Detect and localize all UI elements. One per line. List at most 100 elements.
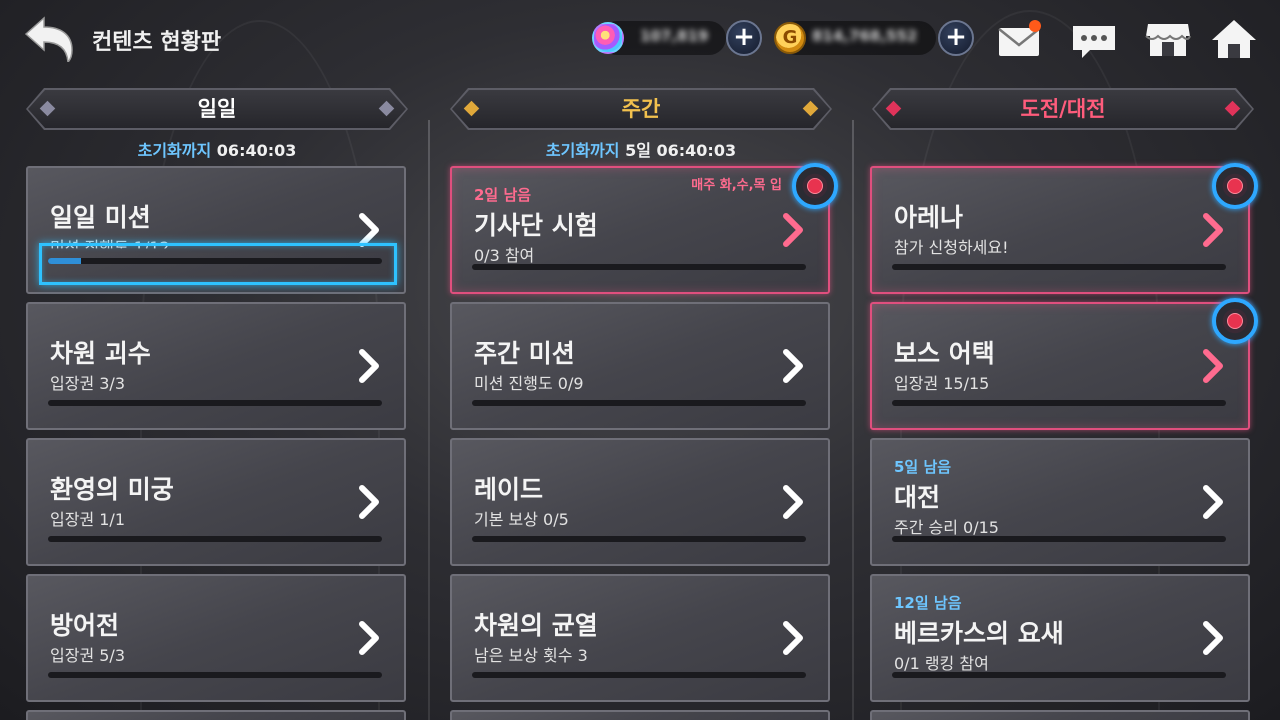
- card-subtitle: 0/3 참여: [474, 246, 535, 265]
- dimension-monster-card[interactable]: 차원 괴수 입장권 3/3: [26, 302, 406, 430]
- back-arrow-icon: [24, 16, 73, 64]
- card-subtitle: 남은 보상 횟수 3: [474, 646, 588, 665]
- weekly-reset-timer: 초기화까지 5일 06:40:03: [450, 137, 832, 160]
- back-button[interactable]: [22, 16, 78, 64]
- raid-card[interactable]: 레이드 기본 보상 0/5: [450, 438, 830, 566]
- chevron-right-icon: [359, 485, 379, 519]
- chevron-right-icon: [783, 349, 803, 383]
- list-item-partial[interactable]: [870, 710, 1250, 720]
- card-subtitle: 입장권 5/3: [50, 646, 125, 665]
- gem-amount: 107,819: [640, 27, 709, 45]
- daily-header-label: 일일: [28, 90, 406, 128]
- progress-bar: [472, 400, 806, 406]
- alert-dot: [807, 178, 823, 194]
- mail-button[interactable]: [996, 18, 1042, 60]
- progress-bar: [472, 536, 806, 542]
- schedule-note: 매주 화,수,목 입: [691, 178, 782, 193]
- chevron-right-icon: [359, 349, 379, 383]
- challenge-column: 도전/대전: [872, 88, 1254, 130]
- chevron-right-icon: [783, 485, 803, 519]
- weekly-column: 주간 초기화까지 5일 06:40:03: [450, 88, 832, 160]
- progress-bar: [892, 400, 1226, 406]
- card-title: 일일 미션: [50, 203, 151, 232]
- chevron-right-icon: [783, 621, 803, 655]
- weekly-mission-card[interactable]: 주간 미션 미션 진행도 0/9: [450, 302, 830, 430]
- reset-label: 초기화까지: [137, 141, 212, 160]
- progress-fill: [48, 258, 82, 264]
- list-item-partial[interactable]: [450, 710, 830, 720]
- shop-icon: [1145, 24, 1191, 56]
- berkas-fortress-card[interactable]: 12일 남음 베르카스의 요새 0/1 랭킹 참여: [870, 574, 1250, 702]
- chevron-right-icon: [1203, 621, 1223, 655]
- add-gold-button[interactable]: +: [938, 20, 974, 56]
- daily-column: 일일 초기화까지 06:40:03: [26, 88, 408, 160]
- card-title: 대전: [894, 483, 941, 512]
- gem-icon: [592, 22, 624, 54]
- chevron-right-icon: [783, 213, 803, 247]
- alert-dot: [1227, 313, 1243, 329]
- card-title: 아레나: [894, 203, 964, 232]
- page-title: 컨텐츠 현황판: [92, 30, 222, 55]
- illusion-labyrinth-card[interactable]: 환영의 미궁 입장권 1/1: [26, 438, 406, 566]
- card-title: 주간 미션: [474, 339, 575, 368]
- gold-amount: 814,768,552: [812, 27, 918, 45]
- progress-bar: [472, 672, 806, 678]
- column-divider: [428, 120, 430, 720]
- challenge-header-label: 도전/대전: [874, 90, 1252, 128]
- card-subtitle: 입장권 1/1: [50, 510, 125, 529]
- chevron-right-icon: [1203, 485, 1223, 519]
- boss-attack-card[interactable]: 보스 어택 입장권 15/15: [870, 302, 1250, 430]
- dimension-rift-card[interactable]: 차원의 균열 남은 보상 횟수 3: [450, 574, 830, 702]
- challenge-header: 도전/대전: [872, 88, 1254, 130]
- card-subtitle: 주간 승리 0/15: [894, 518, 999, 537]
- list-item-partial[interactable]: [26, 710, 406, 720]
- alert-badge-icon: [1212, 298, 1258, 344]
- card-title: 환영의 미궁: [50, 475, 174, 504]
- weekly-header-label: 주간: [452, 90, 830, 128]
- card-subtitle: 입장권 15/15: [894, 374, 990, 393]
- add-gem-button[interactable]: +: [726, 20, 762, 56]
- reset-time: 06:40:03: [216, 141, 297, 160]
- chevron-right-icon: [359, 621, 379, 655]
- card-title: 보스 어택: [894, 339, 995, 368]
- home-button[interactable]: [1210, 18, 1256, 60]
- top-bar: 컨텐츠 현황판 107,819 + G 814,768,552 +: [0, 0, 1280, 80]
- weekly-header: 주간: [450, 88, 832, 130]
- progress-bar: [48, 672, 382, 678]
- progress-bar: [472, 264, 806, 270]
- reset-label: 초기화까지: [545, 141, 620, 160]
- card-title: 차원의 균열: [474, 611, 598, 640]
- days-remaining: 2일 남음: [474, 186, 532, 204]
- daily-header: 일일: [26, 88, 408, 130]
- card-subtitle: 0/1 랭킹 참여: [894, 654, 989, 673]
- card-title: 베르카스의 요새: [894, 619, 1064, 648]
- card-title: 방어전: [50, 611, 120, 640]
- chat-button[interactable]: [1070, 18, 1116, 60]
- daily-mission-card[interactable]: 일일 미션 미션 진행도 1/12: [26, 166, 406, 294]
- chat-icon: [1073, 26, 1115, 58]
- alert-badge-icon: [1212, 163, 1258, 209]
- card-subtitle: 참가 신청하세요!: [894, 238, 1009, 257]
- shop-button[interactable]: [1144, 18, 1191, 60]
- mail-icon: [998, 20, 1041, 56]
- pvp-battle-card[interactable]: 5일 남음 대전 주간 승리 0/15: [870, 438, 1250, 566]
- knights-trial-card[interactable]: 2일 남음 기사단 시험 0/3 참여 매주 화,수,목 입: [450, 166, 830, 294]
- card-title: 레이드: [474, 475, 544, 504]
- alert-dot: [1227, 178, 1243, 194]
- card-subtitle: 미션 진행도 0/9: [474, 374, 584, 393]
- card-subtitle: 미션 진행도 1/12: [50, 238, 170, 257]
- progress-bar: [48, 258, 382, 264]
- arena-card[interactable]: 아레나 참가 신청하세요!: [870, 166, 1250, 294]
- card-subtitle: 기본 보상 0/5: [474, 510, 569, 529]
- days-remaining: 5일 남음: [894, 458, 952, 476]
- chevron-right-icon: [1203, 213, 1223, 247]
- defense-battle-card[interactable]: 방어전 입장권 5/3: [26, 574, 406, 702]
- alert-badge-icon: [792, 163, 838, 209]
- progress-bar: [48, 536, 382, 542]
- daily-reset-timer: 초기화까지 06:40:03: [26, 137, 408, 160]
- reset-time: 5일 06:40:03: [625, 141, 737, 160]
- chevron-right-icon: [1203, 349, 1223, 383]
- card-title: 차원 괴수: [50, 339, 151, 368]
- progress-bar: [892, 672, 1226, 678]
- gold-coin-icon: G: [774, 22, 806, 54]
